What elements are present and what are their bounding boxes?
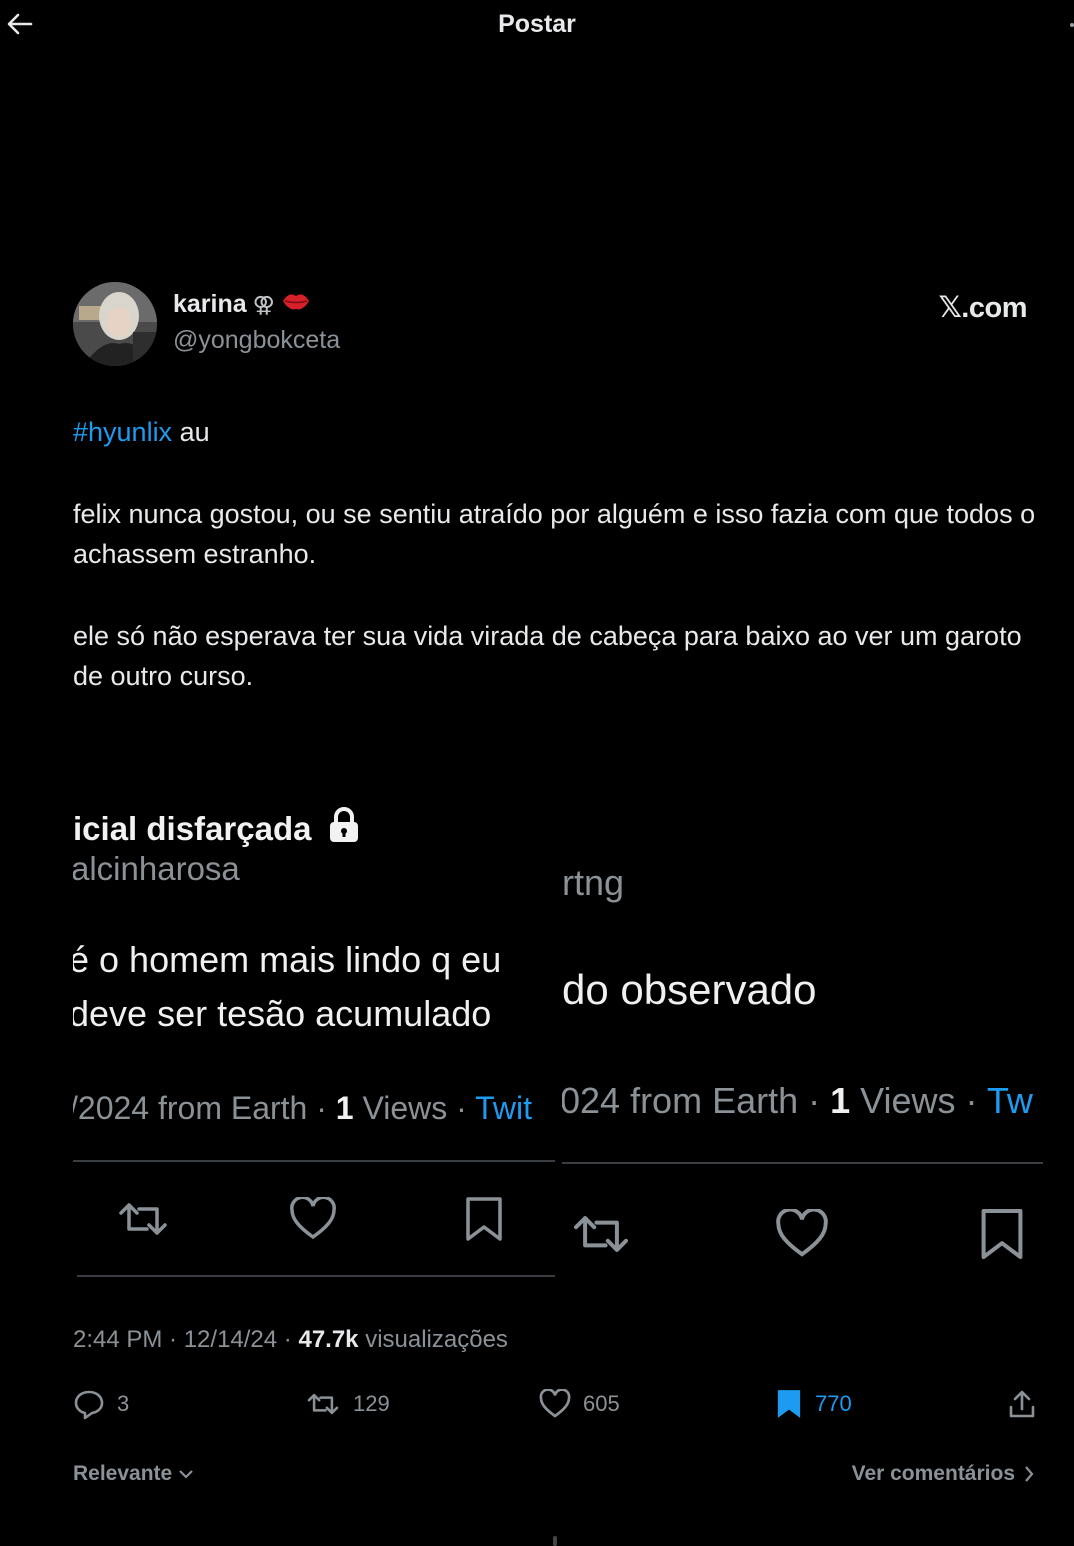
views-label: visualizações — [358, 1326, 508, 1353]
top-bar: Postar — [0, 0, 1074, 52]
avatar[interactable] — [73, 282, 157, 366]
x-com-watermark: 𝕏.com — [938, 292, 1027, 324]
retweet-icon — [307, 1393, 339, 1415]
lock-icon — [329, 807, 358, 842]
tweet-action-bar: 3 129 605 770 — [73, 1382, 1043, 1426]
reply-button[interactable]: 3 — [73, 1382, 129, 1426]
retweet-button[interactable]: 129 — [305, 1382, 390, 1426]
embedded-text-line2: deve ser tesão acumulado — [73, 993, 492, 1034]
chevron-right-icon — [1025, 1466, 1034, 1482]
page-title: Postar — [498, 10, 576, 38]
like-count: 605 — [583, 1391, 620, 1416]
tweet-paragraph-3: ele só não esperava ter sua vida virada … — [73, 621, 1022, 691]
tweet-timestamp[interactable]: 2:44 PM · 12/14/24 · 47.7k visualizações — [73, 1326, 508, 1354]
chevron-down-icon — [179, 1470, 193, 1479]
see-comments-label: Ver comentários — [851, 1462, 1015, 1485]
embedded-heart-icon — [770, 1206, 834, 1262]
lips-icon — [281, 290, 311, 319]
embedded-display-name: icial disfarçada — [73, 806, 361, 848]
reply-icon — [74, 1390, 104, 1420]
display-name-text: karina — [173, 290, 247, 318]
tweet-paragraph-2: felix nunca gostou, ou se sentiu atraído… — [73, 499, 1036, 569]
embedded-meta: /2024 from Earth · 1 Views · Twit — [73, 1090, 532, 1126]
see-comments-link[interactable]: Ver comentários — [852, 1462, 1035, 1486]
timestamp-text: 2:44 PM · 12/14/24 · — [73, 1326, 299, 1353]
replies-header: Relevante Ver comentários — [73, 1458, 1043, 1492]
reply-count: 3 — [117, 1391, 130, 1416]
embedded-bookmark-icon — [974, 1206, 1030, 1262]
display-name[interactable]: karina ⚢ — [173, 290, 311, 319]
sort-dropdown[interactable]: Relevante — [73, 1462, 194, 1486]
embedded-retweet-icon — [113, 1194, 173, 1244]
tweet-line1-text: au — [172, 417, 210, 447]
embedded-bookmark-icon — [459, 1194, 509, 1244]
embedded-text-line1: do observado — [562, 966, 817, 1013]
scroll-indicator — [553, 1536, 557, 1546]
divider — [77, 1275, 555, 1277]
tweet-text: #hyunlix au felix nunca gostou, ou se se… — [73, 412, 1048, 696]
user-handle[interactable]: @yongbokceta — [173, 326, 340, 355]
more-options-icon[interactable] — [1070, 23, 1074, 27]
divider — [562, 1162, 1043, 1164]
embedded-meta: 024 from Earth · 1 Views · Tw — [562, 1080, 1033, 1121]
embedded-handle: alcinharosa — [73, 850, 240, 887]
share-button[interactable] — [1007, 1382, 1037, 1426]
embedded-screenshot-right[interactable]: rtng do observado 024 from Earth · 1 Vie… — [562, 850, 1043, 1280]
lesbian-symbol-icon: ⚢ — [252, 291, 275, 317]
retweet-count: 129 — [353, 1391, 390, 1416]
bookmark-button[interactable]: 770 — [775, 1382, 852, 1426]
embedded-heart-icon — [285, 1194, 341, 1244]
embedded-text-line1: é o homem mais lindo q eu — [73, 939, 502, 980]
embedded-screenshot-left[interactable]: icial disfarçada alcinharosa é o homem m… — [73, 790, 555, 1290]
share-icon — [1009, 1390, 1035, 1418]
divider — [73, 1160, 555, 1162]
embedded-retweet-icon — [566, 1206, 636, 1262]
like-button[interactable]: 605 — [539, 1382, 620, 1426]
sort-label: Relevante — [73, 1462, 173, 1485]
views-count: 47.7k — [298, 1326, 359, 1353]
bookmark-filled-icon — [777, 1390, 801, 1418]
embedded-handle: rtng — [562, 862, 625, 903]
heart-icon — [539, 1389, 571, 1418]
bookmark-count: 770 — [815, 1391, 852, 1416]
hashtag-link[interactable]: #hyunlix — [73, 417, 172, 447]
avatar-photo — [73, 282, 157, 366]
